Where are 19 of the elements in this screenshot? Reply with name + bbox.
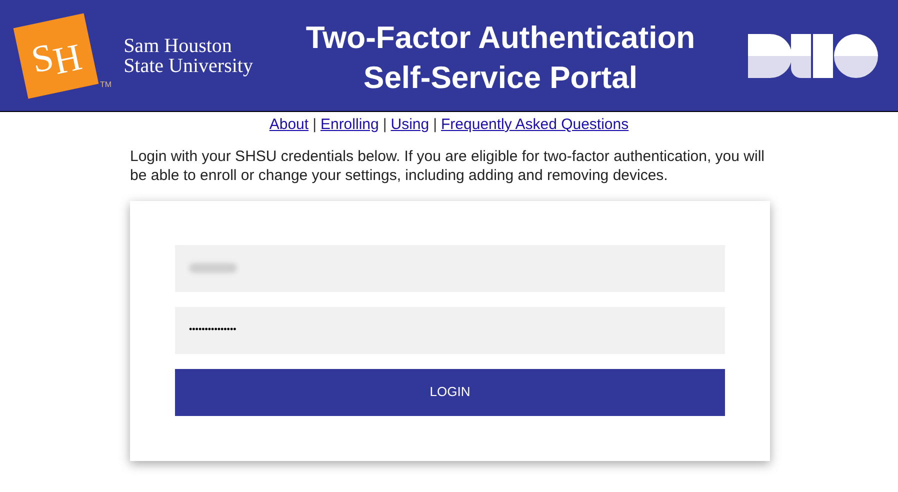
university-name: Sam Houston xyxy=(124,36,233,56)
link-separator: | xyxy=(432,115,438,135)
username-field[interactable] xyxy=(175,244,725,292)
nav-link[interactable]: About xyxy=(269,114,309,136)
university-name: State University xyxy=(124,56,253,76)
intro-text: Login with your SHSU credentials below. If you are eligible for two-factor authentication, you will be able to enroll or change your settings, including adding and removing devices. xyxy=(130,146,766,184)
link-separator: | xyxy=(382,115,388,135)
portal-title: Self-Service Portal xyxy=(364,58,638,96)
password-value: ••••••••••••••• xyxy=(189,323,236,336)
login-button[interactable]: LOGIN xyxy=(175,368,725,416)
link-separator: | xyxy=(312,115,318,135)
nav-link[interactable]: Enrolling xyxy=(320,114,379,136)
nav-link[interactable]: Using xyxy=(390,114,430,136)
duo-logo-icon xyxy=(748,34,878,78)
trademark-mark: TM xyxy=(100,79,112,91)
password-field[interactable]: ••••••••••••••• xyxy=(175,306,725,354)
nav-link[interactable]: Frequently Asked Questions xyxy=(441,114,629,136)
university-logo-icon: S H xyxy=(13,12,99,98)
portal-title: Two-Factor Authentication xyxy=(306,18,696,56)
